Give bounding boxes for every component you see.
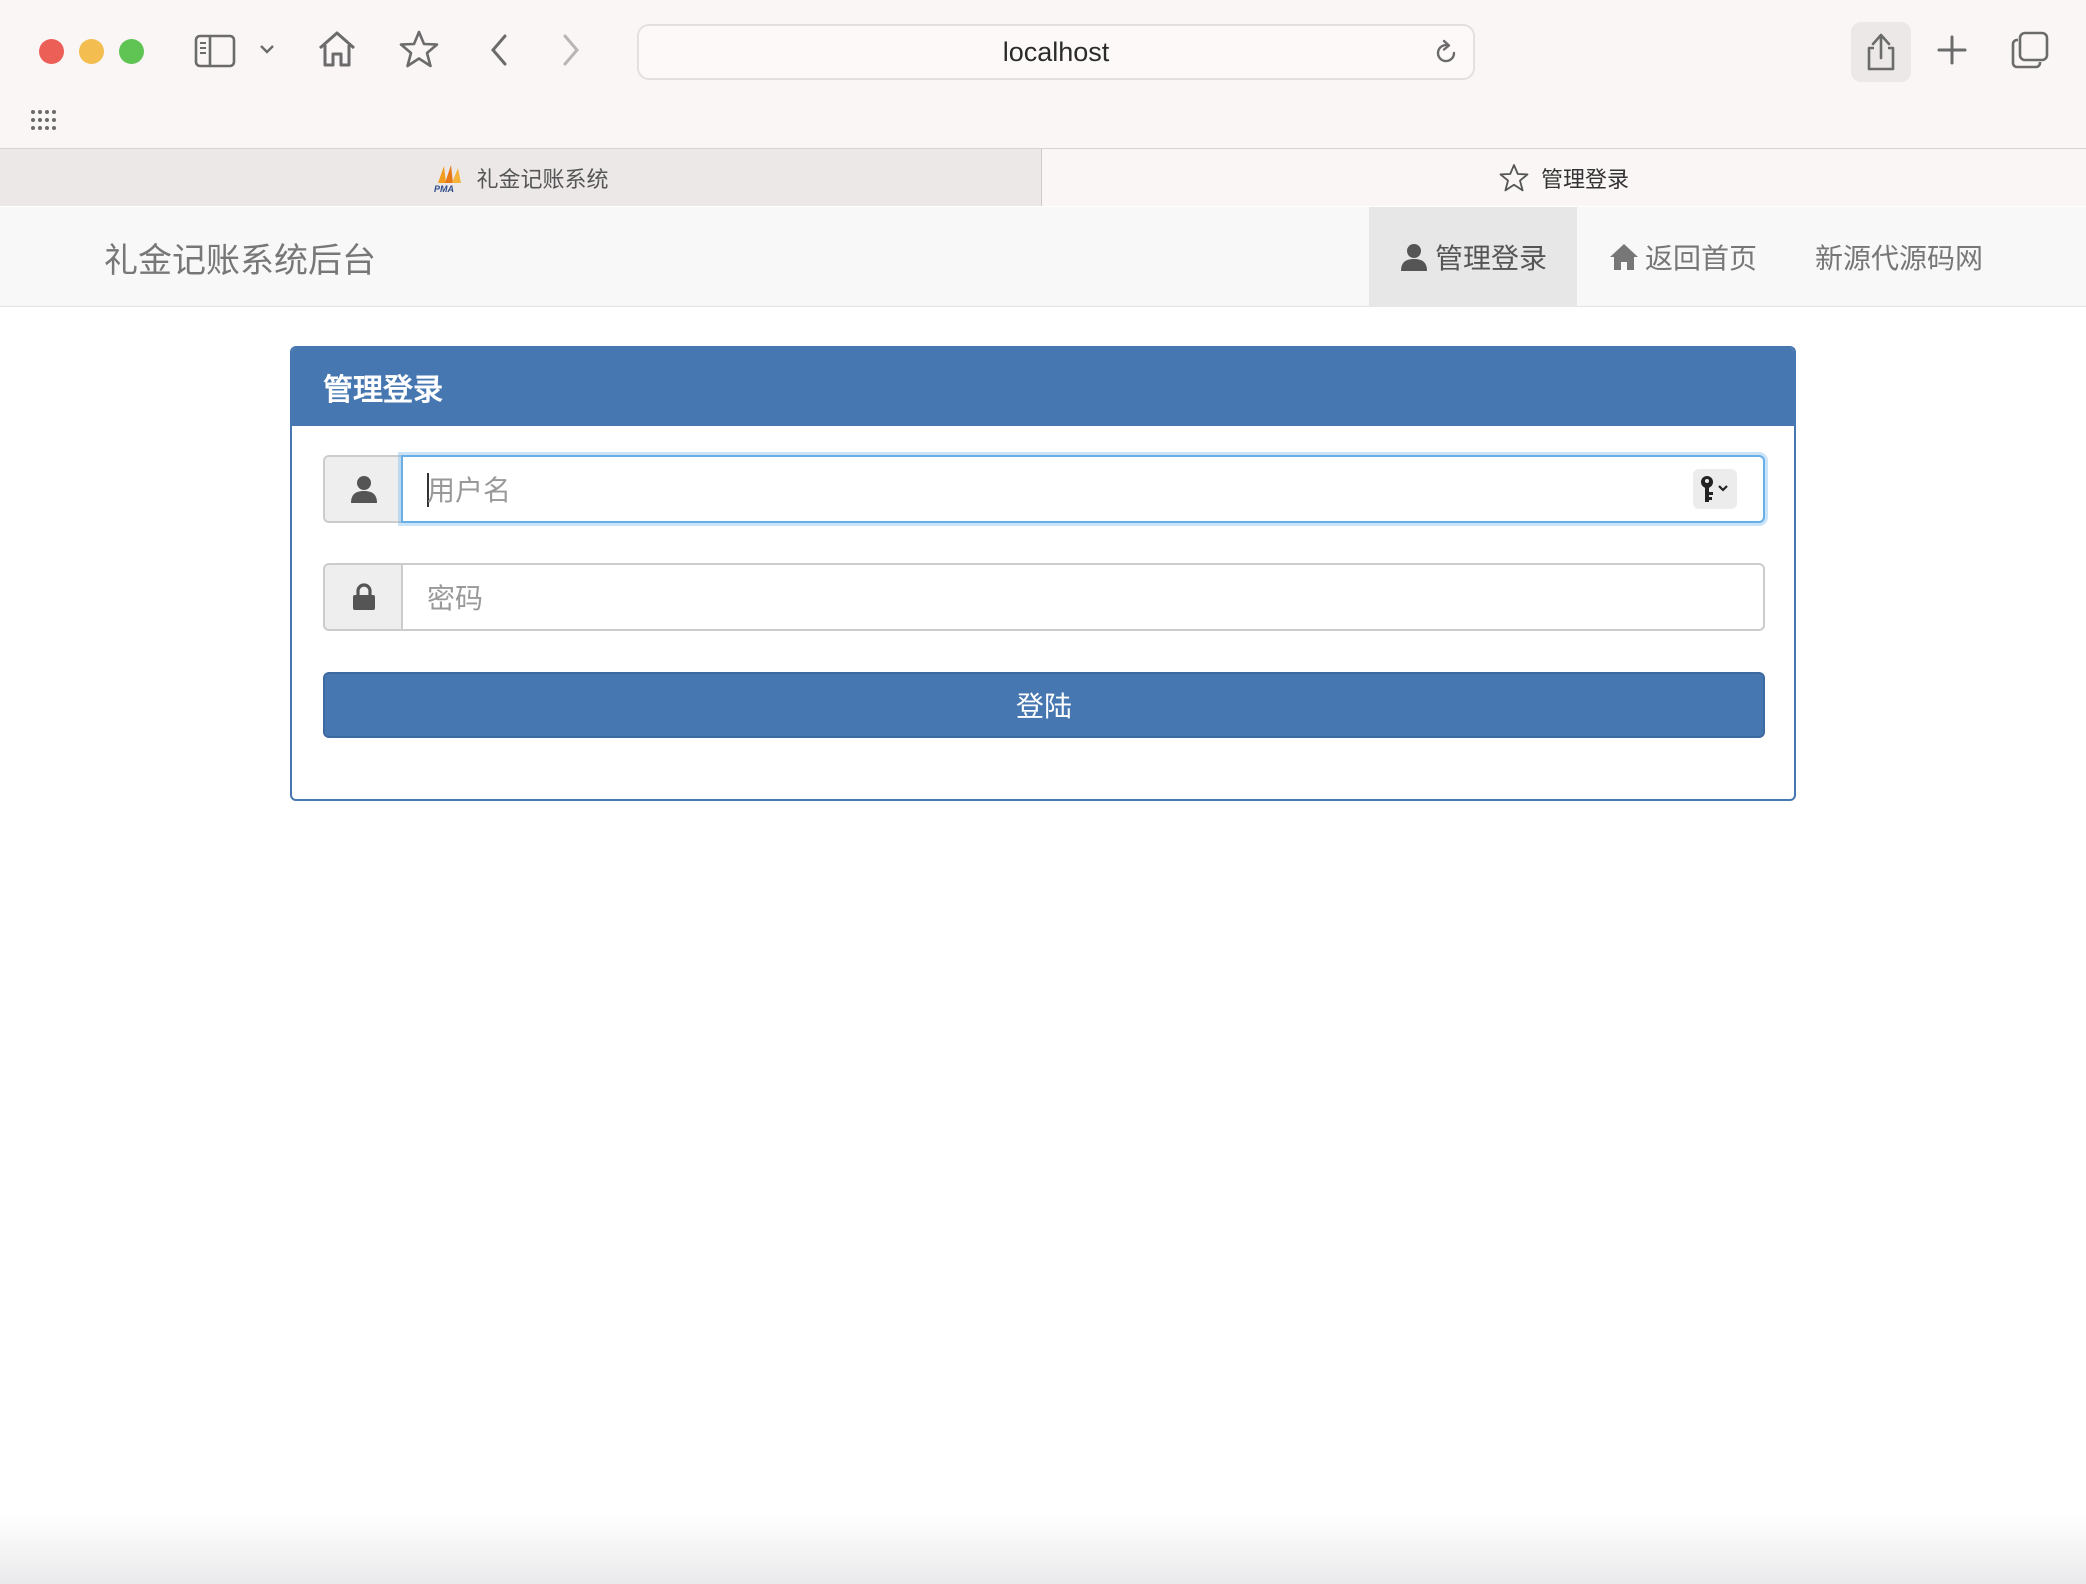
- address-bar[interactable]: localhost: [637, 24, 1475, 80]
- chevron-down-icon[interactable]: [258, 40, 276, 58]
- panel-heading: 管理登录: [292, 348, 1794, 426]
- navbar-brand[interactable]: 礼金记账系统后台: [104, 207, 376, 307]
- reload-icon[interactable]: [1431, 38, 1461, 72]
- minimize-window-button[interactable]: [79, 39, 104, 64]
- browser-toolbar: localhost: [0, 0, 2086, 148]
- password-placeholder: 密码: [427, 582, 484, 615]
- favorites-grid-icon[interactable]: [30, 108, 58, 132]
- tab-bar: PMA 礼金记账系统 管理登录: [0, 148, 2086, 206]
- favorites-star-icon[interactable]: [398, 28, 440, 70]
- password-autofill-key-icon[interactable]: [1693, 469, 1737, 509]
- home-icon: [1609, 242, 1639, 272]
- zoom-window-button[interactable]: [119, 39, 144, 64]
- pma-logo-icon: PMA: [432, 163, 464, 193]
- user-addon: [323, 455, 403, 523]
- star-icon: [1499, 163, 1529, 193]
- password-input[interactable]: 密码: [401, 563, 1765, 631]
- nav-item-home[interactable]: 返回首页: [1606, 207, 1760, 307]
- username-placeholder: 用户名: [427, 474, 512, 507]
- svg-text:PMA: PMA: [434, 184, 454, 193]
- nav-item-label: 返回首页: [1644, 242, 1757, 275]
- user-icon: [351, 476, 377, 503]
- login-submit-button[interactable]: 登陆: [323, 672, 1765, 738]
- forward-icon[interactable]: [558, 32, 584, 68]
- username-group: 用户名: [323, 455, 1765, 523]
- nav-item-xinyuan[interactable]: 新源代源码网: [1800, 207, 1998, 307]
- home-icon[interactable]: [316, 28, 358, 70]
- login-panel: 管理登录 用户名 密码 登陆: [290, 346, 1796, 801]
- new-tab-icon[interactable]: [1934, 32, 1970, 68]
- tab-label: 管理登录: [1540, 167, 1629, 193]
- lock-icon: [353, 583, 375, 610]
- share-button[interactable]: [1851, 22, 1911, 82]
- tab-lijin-system[interactable]: PMA 礼金记账系统: [0, 149, 1042, 206]
- close-window-button[interactable]: [39, 39, 64, 64]
- nav-item-admin-login[interactable]: 管理登录: [1369, 207, 1577, 307]
- lock-addon: [323, 563, 403, 631]
- tab-admin-login[interactable]: 管理登录: [1042, 149, 2086, 206]
- sidebar-toggle-icon[interactable]: [194, 34, 236, 68]
- username-input[interactable]: 用户名: [401, 455, 1765, 523]
- tab-overview-icon[interactable]: [2010, 30, 2050, 70]
- share-icon: [1867, 33, 1895, 71]
- site-navbar: 礼金记账系统后台 管理登录 返回首页 新源代源码网: [0, 207, 2086, 307]
- nav-item-label: 管理登录: [1434, 242, 1547, 275]
- user-icon: [1399, 242, 1429, 272]
- nav-item-label: 新源代源码网: [1814, 242, 1983, 275]
- url-text: localhost: [1002, 36, 1110, 67]
- tab-label: 礼金记账系统: [476, 167, 609, 193]
- password-group: 密码: [323, 563, 1765, 631]
- back-icon[interactable]: [486, 32, 512, 68]
- window-bottom-shadow: [0, 1514, 2086, 1584]
